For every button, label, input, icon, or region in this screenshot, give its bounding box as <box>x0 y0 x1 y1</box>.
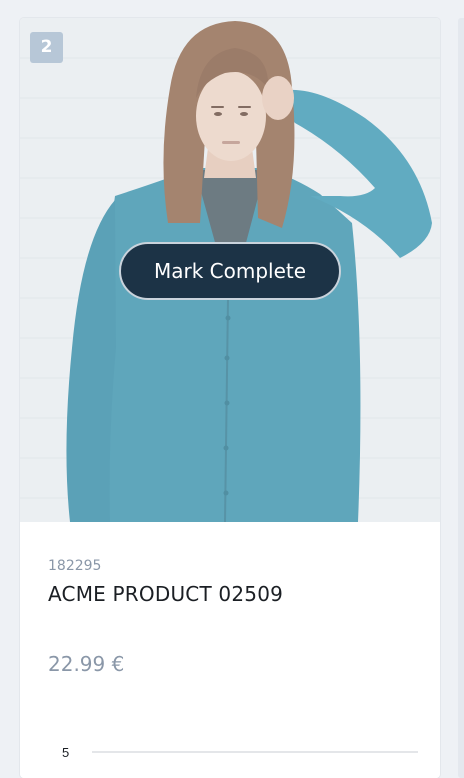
product-title[interactable]: ACME PRODUCT 02509 <box>48 582 283 606</box>
index-badge: 2 <box>30 32 63 63</box>
product-sku: 182295 <box>48 558 102 574</box>
product-details: 182295 ACME PRODUCT 02509 22.99 € 5 <box>20 522 440 778</box>
product-card[interactable]: 2 Mark Complete 182295 ACME PRODUCT 0250… <box>20 18 440 778</box>
mark-complete-button[interactable]: Mark Complete <box>119 242 341 300</box>
y-tick-label: 5 <box>62 745 69 760</box>
sales-chart: 5 <box>62 745 418 760</box>
next-card-edge <box>458 18 464 778</box>
product-price: 22.99 € <box>48 652 125 676</box>
